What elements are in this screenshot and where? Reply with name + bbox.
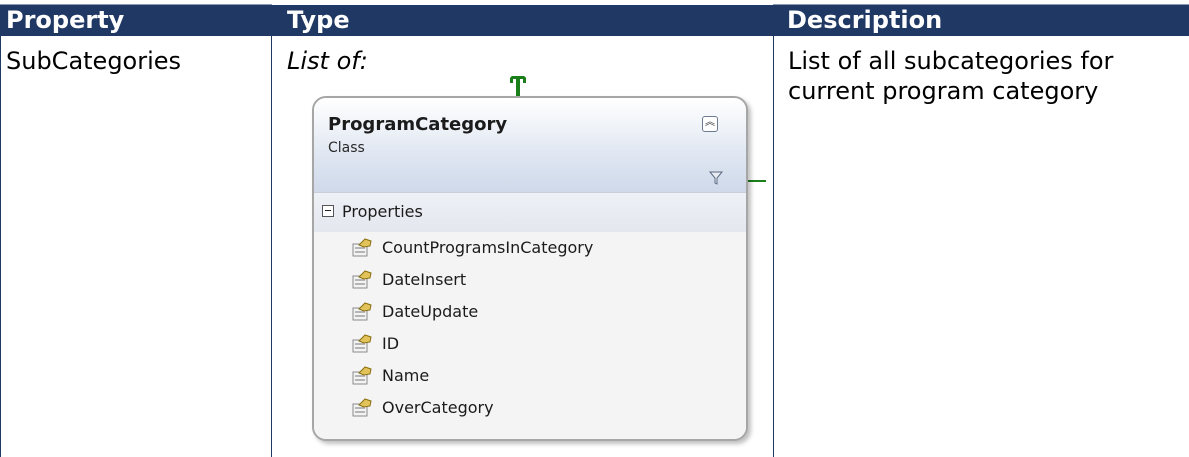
property-icon xyxy=(352,302,372,321)
cell-type-label: List of: xyxy=(287,47,368,75)
property-icon xyxy=(352,238,372,257)
section-label: Properties xyxy=(342,202,423,221)
member-name: OverCategory xyxy=(382,398,494,417)
member-name: ID xyxy=(382,334,400,353)
property-icon xyxy=(352,334,372,353)
member-name: Name xyxy=(382,366,430,385)
column-divider xyxy=(0,36,1,457)
member-list: CountProgramsInCategory DateInsert DateUpd… xyxy=(314,232,746,439)
class-shape-header: ProgramCategory Class ︽ xyxy=(314,98,746,192)
property-icon xyxy=(352,398,372,417)
property-table: Property Type Description SubCategories … xyxy=(0,0,1189,457)
member-name: DateInsert xyxy=(382,270,467,289)
member-name: DateUpdate xyxy=(382,302,479,321)
collapse-icon[interactable]: ︽ xyxy=(702,116,718,132)
filter-icon[interactable] xyxy=(709,170,723,186)
class-kind: Class xyxy=(328,140,365,156)
property-icon xyxy=(352,366,372,385)
column-divider xyxy=(773,36,774,457)
member-name: CountProgramsInCategory xyxy=(382,238,594,257)
column-divider xyxy=(271,36,272,457)
class-name: ProgramCategory xyxy=(328,114,508,135)
property-icon xyxy=(352,270,372,289)
cell-property: SubCategories xyxy=(6,47,182,75)
header-property: Property xyxy=(6,6,125,34)
association-connector-line xyxy=(516,78,520,98)
header-description: Description xyxy=(787,6,943,34)
association-connector-line-right xyxy=(748,180,766,182)
table-header-row xyxy=(0,5,1189,36)
collapse-minus-icon[interactable] xyxy=(322,205,334,217)
properties-section-header[interactable]: Properties xyxy=(314,192,746,233)
class-shape[interactable]: ProgramCategory Class ︽ Properties Count… xyxy=(312,96,748,441)
header-type: Type xyxy=(287,6,350,34)
cell-description: List of all subcategories for current pr… xyxy=(788,47,1114,105)
